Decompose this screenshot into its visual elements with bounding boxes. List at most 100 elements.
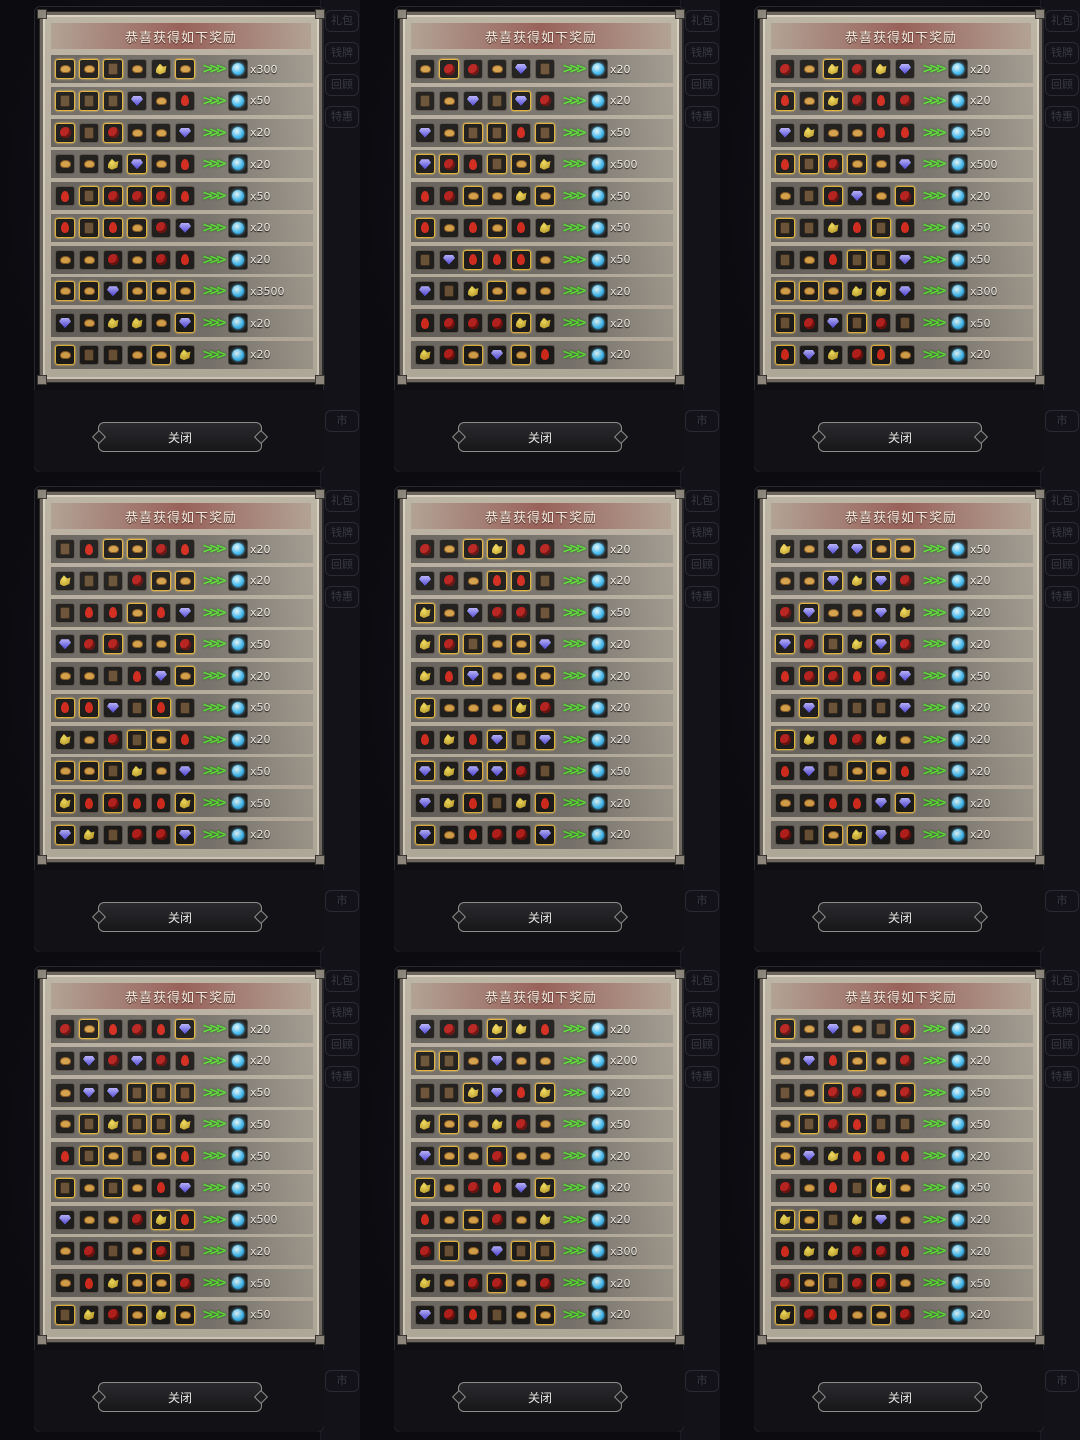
item-slot[interactable] bbox=[823, 281, 843, 302]
item-slot[interactable] bbox=[775, 1304, 795, 1325]
item-slot[interactable] bbox=[487, 729, 507, 750]
item-slot[interactable] bbox=[535, 249, 555, 270]
item-slot[interactable] bbox=[799, 1050, 819, 1071]
item-slot[interactable] bbox=[535, 1082, 555, 1103]
item-slot[interactable] bbox=[487, 186, 507, 206]
item-slot[interactable] bbox=[463, 697, 483, 718]
item-slot[interactable] bbox=[535, 634, 555, 655]
item-slot[interactable] bbox=[487, 634, 507, 655]
item-slot[interactable] bbox=[415, 634, 435, 655]
reward-slot[interactable] bbox=[948, 1177, 968, 1198]
item-slot[interactable] bbox=[487, 697, 507, 718]
item-slot[interactable] bbox=[415, 697, 435, 718]
item-slot[interactable] bbox=[79, 1082, 99, 1103]
item-slot[interactable] bbox=[127, 793, 147, 813]
item-slot[interactable] bbox=[535, 729, 555, 750]
item-slot[interactable] bbox=[895, 186, 915, 206]
item-slot[interactable] bbox=[79, 154, 99, 175]
item-slot[interactable] bbox=[439, 1273, 459, 1293]
item-slot[interactable] bbox=[151, 1304, 171, 1325]
item-slot[interactable] bbox=[439, 1114, 459, 1135]
item-slot[interactable] bbox=[487, 602, 507, 623]
item-slot[interactable] bbox=[535, 570, 555, 591]
item-slot[interactable] bbox=[127, 824, 147, 845]
item-slot[interactable] bbox=[823, 1241, 843, 1262]
item-slot[interactable] bbox=[127, 59, 147, 79]
item-slot[interactable] bbox=[823, 313, 843, 333]
item-slot[interactable] bbox=[55, 1082, 75, 1103]
item-slot[interactable] bbox=[79, 729, 99, 750]
reward-slot[interactable] bbox=[228, 1177, 248, 1198]
item-slot[interactable] bbox=[823, 761, 843, 782]
item-slot[interactable] bbox=[103, 793, 123, 813]
reward-slot[interactable] bbox=[228, 344, 248, 365]
reward-slot[interactable] bbox=[588, 793, 608, 813]
item-slot[interactable] bbox=[175, 281, 195, 302]
item-slot[interactable] bbox=[55, 539, 75, 559]
item-slot[interactable] bbox=[439, 154, 459, 175]
item-slot[interactable] bbox=[175, 154, 195, 175]
item-slot[interactable] bbox=[895, 824, 915, 845]
item-slot[interactable] bbox=[79, 90, 99, 111]
item-slot[interactable] bbox=[535, 122, 555, 143]
item-slot[interactable] bbox=[487, 1114, 507, 1135]
item-slot[interactable] bbox=[871, 1082, 891, 1103]
reward-slot[interactable] bbox=[228, 313, 248, 333]
reward-slot[interactable] bbox=[948, 666, 968, 686]
reward-slot[interactable] bbox=[228, 154, 248, 175]
item-slot[interactable] bbox=[175, 344, 195, 365]
item-slot[interactable] bbox=[151, 570, 171, 591]
item-slot[interactable] bbox=[175, 313, 195, 333]
item-slot[interactable] bbox=[439, 249, 459, 270]
item-slot[interactable] bbox=[799, 217, 819, 238]
item-slot[interactable] bbox=[799, 761, 819, 782]
item-slot[interactable] bbox=[415, 666, 435, 686]
item-slot[interactable] bbox=[511, 1050, 531, 1071]
item-slot[interactable] bbox=[895, 59, 915, 79]
item-slot[interactable] bbox=[439, 1019, 459, 1039]
item-slot[interactable] bbox=[127, 1114, 147, 1135]
item-slot[interactable] bbox=[415, 344, 435, 365]
item-slot[interactable] bbox=[847, 729, 867, 750]
reward-slot[interactable] bbox=[228, 1082, 248, 1103]
item-slot[interactable] bbox=[103, 59, 123, 79]
item-slot[interactable] bbox=[847, 1209, 867, 1230]
item-slot[interactable] bbox=[871, 122, 891, 143]
item-slot[interactable] bbox=[79, 1114, 99, 1135]
item-slot[interactable] bbox=[463, 1050, 483, 1071]
item-slot[interactable] bbox=[103, 313, 123, 333]
item-slot[interactable] bbox=[871, 1209, 891, 1230]
item-slot[interactable] bbox=[823, 793, 843, 813]
item-slot[interactable] bbox=[799, 1209, 819, 1230]
item-slot[interactable] bbox=[487, 249, 507, 270]
item-slot[interactable] bbox=[127, 1082, 147, 1103]
reward-slot[interactable] bbox=[588, 1273, 608, 1293]
item-slot[interactable] bbox=[415, 1019, 435, 1039]
item-slot[interactable] bbox=[823, 1273, 843, 1293]
item-slot[interactable] bbox=[151, 217, 171, 238]
item-slot[interactable] bbox=[55, 344, 75, 365]
item-slot[interactable] bbox=[847, 344, 867, 365]
item-slot[interactable] bbox=[535, 59, 555, 79]
item-slot[interactable] bbox=[463, 217, 483, 238]
item-slot[interactable] bbox=[871, 1114, 891, 1135]
item-slot[interactable] bbox=[775, 729, 795, 750]
item-slot[interactable] bbox=[871, 249, 891, 270]
item-slot[interactable] bbox=[103, 1209, 123, 1230]
item-slot[interactable] bbox=[79, 1019, 99, 1039]
item-slot[interactable] bbox=[151, 666, 171, 686]
item-slot[interactable] bbox=[847, 539, 867, 559]
item-slot[interactable] bbox=[823, 1209, 843, 1230]
close-button[interactable]: 关闭 bbox=[98, 902, 262, 932]
item-slot[interactable] bbox=[151, 1146, 171, 1166]
item-slot[interactable] bbox=[535, 281, 555, 302]
item-slot[interactable] bbox=[175, 1019, 195, 1039]
item-slot[interactable] bbox=[871, 1019, 891, 1039]
item-slot[interactable] bbox=[79, 761, 99, 782]
reward-slot[interactable] bbox=[228, 217, 248, 238]
item-slot[interactable] bbox=[103, 249, 123, 270]
reward-slot[interactable] bbox=[948, 1082, 968, 1103]
close-button[interactable]: 关闭 bbox=[98, 422, 262, 452]
reward-slot[interactable] bbox=[948, 539, 968, 559]
item-slot[interactable] bbox=[823, 602, 843, 623]
